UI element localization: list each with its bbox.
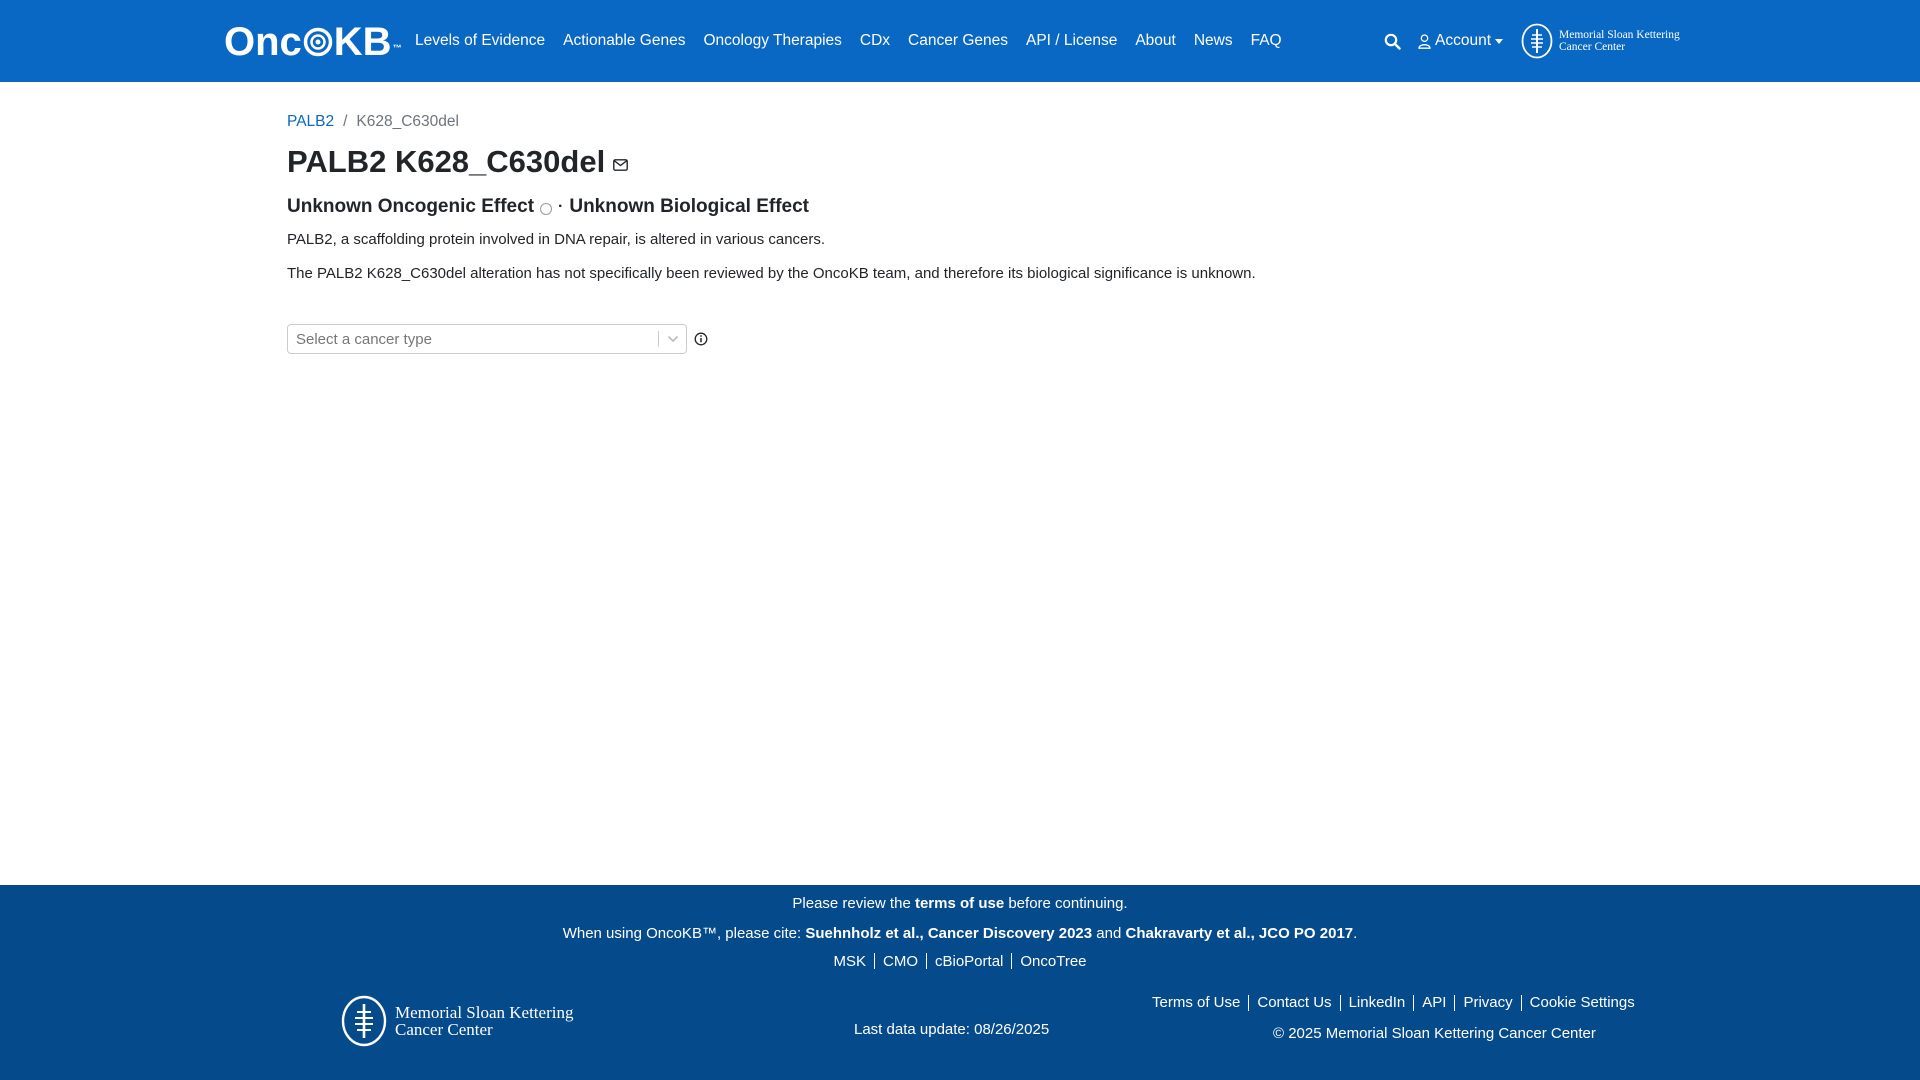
footer-link-api[interactable]: API (1422, 994, 1446, 1011)
terms-notice-prefix: Please review the (792, 895, 915, 912)
footer-link-oncotree[interactable]: OncoTree (1020, 953, 1086, 970)
info-icon[interactable] (694, 332, 708, 346)
footer-msk-logo-text: Memorial Sloan Kettering Cancer Center (395, 1004, 573, 1038)
divider (1248, 994, 1250, 1011)
account-dropdown[interactable]: Account (1418, 32, 1504, 50)
footer-link-cmo[interactable]: CMO (883, 953, 918, 970)
footer-terms-notice: Please review the terms of use before co… (0, 895, 1920, 912)
nav-right: Account Memorial Sloan Kettering Cancer … (1384, 0, 1680, 82)
cancer-type-select-row: Select a cancer type (287, 324, 1647, 354)
citation-prefix: When using OncoKB™, please cite: (562, 925, 806, 942)
oncogenic-status-icon (540, 203, 553, 215)
msk-logo-line1: Memorial Sloan Kettering (1559, 29, 1680, 41)
nav-link-actionable-genes[interactable]: Actionable Genes (563, 32, 685, 50)
nav-link-cancer-genes[interactable]: Cancer Genes (908, 32, 1008, 50)
divider (1339, 994, 1341, 1011)
footer-link-msk[interactable]: MSK (833, 953, 866, 970)
msk-logo-text: Memorial Sloan Kettering Cancer Center (1559, 29, 1680, 53)
footer-citation: When using OncoKB™, please cite: Suehnho… (0, 925, 1920, 942)
citation-and: and (1092, 925, 1126, 942)
account-label: Account (1435, 32, 1492, 49)
footer-link-terms-of-use[interactable]: Terms of Use (1152, 994, 1240, 1011)
caret-down-icon (1495, 38, 1504, 44)
msk-logo-line2: Cancer Center (1559, 41, 1626, 53)
breadcrumb-separator: / (343, 113, 348, 130)
navbar: Onc KB ™ Levels of Evidence Actionable G… (0, 0, 1920, 82)
msk-logo[interactable]: Memorial Sloan Kettering Cancer Center (1521, 23, 1680, 59)
select-indicators (658, 325, 686, 353)
footer-msk-logo-line1: Memorial Sloan Kettering (395, 1003, 574, 1022)
target-icon (303, 27, 333, 57)
footer-partner-links: MSK CMO cBioPortal OncoTree (0, 953, 1920, 970)
main-content: PALB2 / K628_C630del PALB2 K628_C630del … (287, 108, 1647, 354)
search-icon[interactable] (1384, 33, 1401, 50)
nav-link-faq[interactable]: FAQ (1251, 32, 1282, 50)
nav-links: Levels of Evidence Actionable Genes Onco… (415, 0, 1300, 82)
effects-separator: · (558, 198, 564, 215)
divider (926, 953, 927, 969)
msk-emblem-icon (1521, 23, 1553, 59)
footer-link-contact-us[interactable]: Contact Us (1257, 994, 1331, 1011)
title-row: PALB2 K628_C630del (287, 142, 1647, 182)
logo-text-part1: Onc (224, 20, 302, 64)
footer-msk-logo-line2: Cancer Center (395, 1020, 493, 1039)
oncogenic-effect: Unknown Oncogenic Effect (287, 196, 535, 217)
footer: Please review the terms of use before co… (0, 885, 1920, 1080)
nav-link-oncology-therapies[interactable]: Oncology Therapies (703, 32, 841, 50)
footer-link-cbioportal[interactable]: cBioPortal (935, 953, 1003, 970)
footer-links: Terms of Use Contact Us LinkedIn API Pri… (1152, 994, 1635, 1011)
oncokb-logo[interactable]: Onc KB ™ (224, 20, 402, 64)
footer-link-linkedin[interactable]: LinkedIn (1349, 994, 1406, 1011)
divider (1011, 953, 1013, 969)
user-icon (1418, 33, 1431, 49)
effects-row: Unknown Oncogenic Effect · Unknown Biolo… (287, 193, 1647, 221)
divider (874, 953, 875, 969)
mail-icon[interactable] (613, 159, 629, 171)
citation-suffix: . (1353, 925, 1358, 942)
terms-notice-suffix: before continuing. (1004, 895, 1128, 912)
page-title: PALB2 K628_C630del (287, 144, 606, 179)
cancer-type-select-placeholder: Select a cancer type (296, 330, 432, 348)
nav-link-api-license[interactable]: API / License (1026, 32, 1117, 50)
breadcrumb-current: K628_C630del (356, 113, 459, 130)
nav-link-about[interactable]: About (1135, 32, 1176, 50)
nav-link-levels-of-evidence[interactable]: Levels of Evidence (415, 32, 545, 50)
divider (1413, 994, 1415, 1011)
logo-text-part2: KB (333, 20, 392, 64)
gene-summary: PALB2, a scaffolding protein involved in… (287, 231, 826, 248)
copyright: © 2025 Memorial Sloan Kettering Cancer C… (1273, 1025, 1596, 1042)
nav-link-cdx[interactable]: CDx (860, 32, 890, 50)
select-indicator-separator (658, 331, 659, 347)
msk-emblem-icon (341, 995, 387, 1047)
footer-link-privacy[interactable]: Privacy (1463, 994, 1512, 1011)
citation-link-suehnholz[interactable]: Suehnholz et al., Cancer Discovery 2023 (805, 925, 1092, 942)
terms-of-use-link[interactable]: terms of use (915, 895, 1004, 912)
alteration-summary: The PALB2 K628_C630del alteration has no… (287, 265, 1256, 282)
footer-link-cookie-settings[interactable]: Cookie Settings (1530, 994, 1635, 1011)
breadcrumb-gene-link[interactable]: PALB2 (287, 113, 334, 131)
breadcrumb: PALB2 / K628_C630del (287, 108, 1647, 136)
last-data-update: Last data update: 08/26/2025 (854, 1021, 1050, 1038)
trademark: ™ (392, 43, 402, 53)
divider (1520, 994, 1522, 1011)
divider (1454, 994, 1456, 1011)
cancer-type-select[interactable]: Select a cancer type (287, 324, 687, 354)
chevron-down-icon[interactable] (667, 335, 679, 343)
citation-link-chakravarty[interactable]: Chakravarty et al., JCO PO 2017 (1126, 925, 1354, 942)
nav-link-news[interactable]: News (1194, 32, 1233, 50)
footer-msk-logo[interactable]: Memorial Sloan Kettering Cancer Center (341, 995, 573, 1047)
biological-effect: Unknown Biological Effect (569, 196, 809, 217)
